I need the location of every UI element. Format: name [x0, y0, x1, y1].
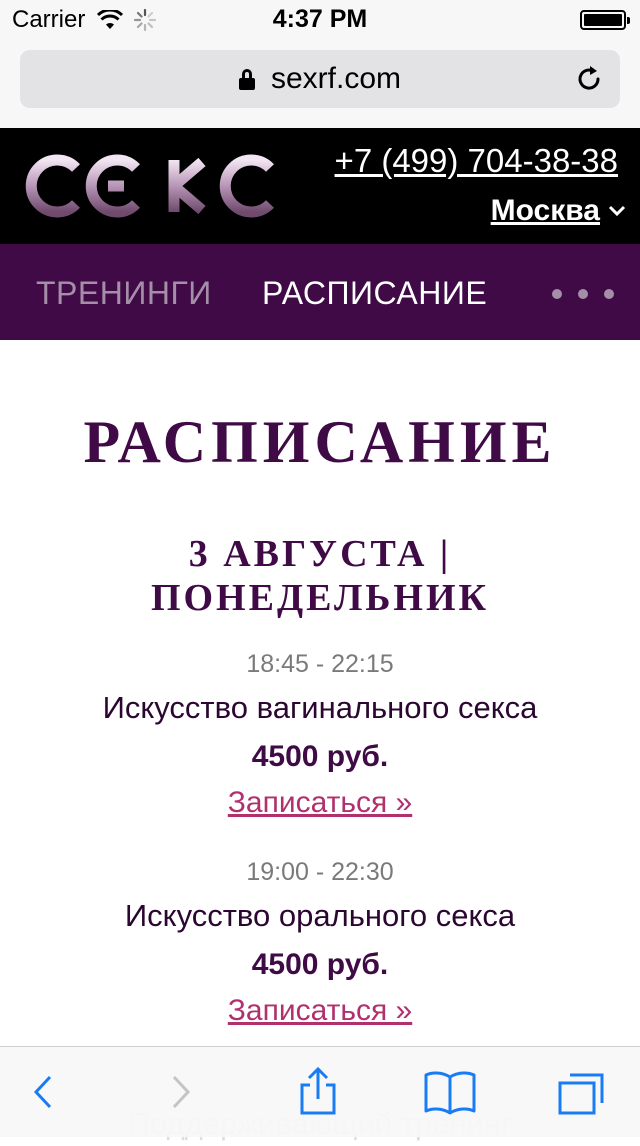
- day-heading: 3 АВГУСТА | ПОНЕДЕЛЬНИК: [150, 533, 490, 619]
- city-selector[interactable]: Москва: [491, 194, 626, 228]
- phone-link[interactable]: +7 (499) 704-38-38: [335, 142, 618, 180]
- chevron-down-icon: [608, 205, 626, 217]
- event-name: Искусство вагинального секса: [102, 690, 538, 725]
- site-nav: ТРЕНИНГИ РАСПИСАНИЕ: [0, 244, 640, 340]
- nav-item-schedule[interactable]: РАСПИСАНИЕ: [262, 275, 487, 312]
- event-name: Искусство орального секса: [124, 898, 516, 933]
- city-label: Москва: [490, 194, 600, 227]
- url-text: sexrf.com: [270, 62, 402, 95]
- signup-link[interactable]: Записаться »: [228, 786, 412, 820]
- event-price: 4500 руб.: [251, 948, 389, 981]
- share-icon[interactable]: [288, 1067, 348, 1117]
- event-price: 4500 руб.: [251, 740, 389, 773]
- address-bar[interactable]: sexrf.com: [20, 50, 620, 108]
- site-header: +7 (499) 704-38-38 Москва: [0, 128, 640, 244]
- browser-toolbar: [0, 1046, 640, 1137]
- nav-item-trainings[interactable]: ТРЕНИНГИ: [36, 275, 212, 312]
- reload-icon[interactable]: [574, 64, 604, 94]
- event-time: 18:45 - 22:15: [246, 650, 394, 678]
- browser-chrome: sexrf.com: [0, 40, 640, 128]
- event-time: 19:00 - 22:30: [246, 858, 394, 886]
- status-time: 4:37 PM: [272, 5, 368, 33]
- forward-icon[interactable]: [150, 1067, 210, 1117]
- site-logo[interactable]: [24, 150, 280, 222]
- schedule-event: 18:45 - 22:15 Искусство вагинального сек…: [0, 650, 640, 820]
- page-title: РАСПИСАНИЕ: [83, 409, 557, 475]
- status-bar: Carrier 4:37 PM: [0, 0, 640, 40]
- battery-icon: [580, 10, 630, 30]
- lock-icon: [238, 69, 255, 90]
- schedule-event: 19:00 - 22:30 Искусство орального секса …: [0, 858, 640, 1028]
- more-menu-icon[interactable]: [536, 289, 614, 299]
- signup-link[interactable]: Записаться »: [228, 994, 412, 1028]
- bookmarks-icon[interactable]: [420, 1067, 480, 1117]
- tabs-icon[interactable]: [552, 1067, 612, 1117]
- back-icon[interactable]: [14, 1067, 74, 1117]
